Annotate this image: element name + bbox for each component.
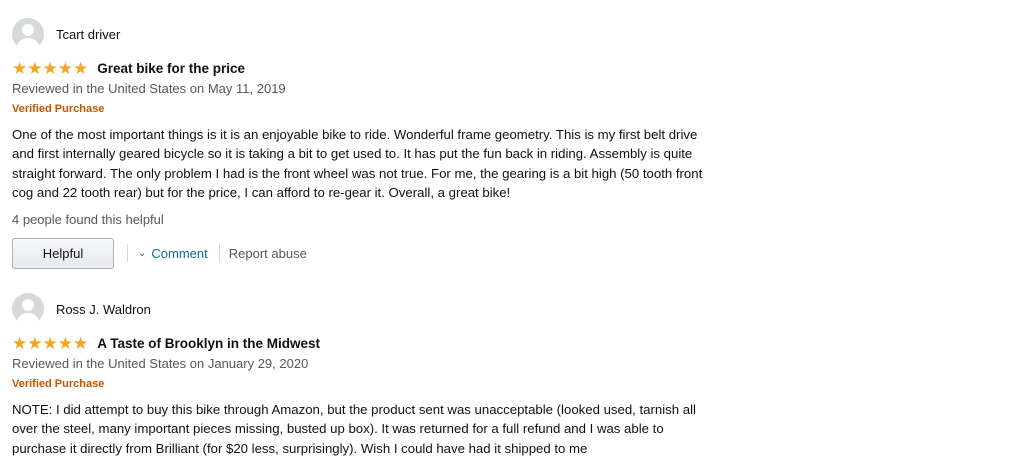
review-text: NOTE: I did attempt to buy this bike thr… xyxy=(12,402,696,456)
comment-link[interactable]: ⌄ Comment xyxy=(138,246,208,261)
star-rating[interactable]: ★ ★ ★ ★ ★ xyxy=(12,60,88,77)
star-icon: ★ xyxy=(12,333,28,353)
review-text: One of the most important things is it i… xyxy=(12,127,703,201)
divider xyxy=(218,244,220,263)
reviewer-name[interactable]: Ross J. Waldron xyxy=(56,302,151,317)
divider xyxy=(127,244,128,263)
comment-label: Comment xyxy=(151,245,208,261)
verified-purchase-badge: Verified Purchase xyxy=(12,103,105,115)
star-icon: ★ xyxy=(73,58,89,78)
reviewer-profile[interactable]: Tcart driver xyxy=(12,17,712,51)
review-date: Reviewed in the United States on January… xyxy=(12,356,309,371)
star-icon: ★ xyxy=(57,333,73,353)
helpful-button[interactable]: Helpful xyxy=(12,237,114,269)
review-actions: Helpful ⌄ Comment Report abuse xyxy=(12,237,712,269)
reviewer-profile[interactable]: Ross J. Waldron xyxy=(12,292,712,326)
report-abuse-link[interactable]: Report abuse xyxy=(229,246,307,261)
review: Tcart driver ★ ★ ★ ★ ★ Great bike for th… xyxy=(12,17,712,269)
verified-purchase-badge: Verified Purchase xyxy=(12,378,105,390)
review-title[interactable]: A Taste of Brooklyn in the Midwest xyxy=(97,336,320,351)
helpful-count: 4 people found this helpful xyxy=(12,211,164,227)
avatar-icon[interactable] xyxy=(12,18,44,50)
review-title-row: ★ ★ ★ ★ ★ Great bike for the price xyxy=(12,59,712,77)
review-title[interactable]: Great bike for the price xyxy=(97,61,245,76)
star-icon: ★ xyxy=(27,333,43,353)
star-icon: ★ xyxy=(57,58,73,78)
star-icon: ★ xyxy=(73,333,89,353)
star-rating[interactable]: ★ ★ ★ ★ ★ xyxy=(12,335,88,352)
chevron-down-icon: ⌄ xyxy=(138,247,147,259)
star-icon: ★ xyxy=(42,333,58,353)
avatar-icon[interactable] xyxy=(12,293,44,325)
review: Ross J. Waldron ★ ★ ★ ★ ★ A Taste of Bro… xyxy=(12,292,712,458)
star-icon: ★ xyxy=(12,58,28,78)
review-date: Reviewed in the United States on May 11,… xyxy=(12,81,286,96)
reviewer-name[interactable]: Tcart driver xyxy=(56,27,120,42)
review-title-row: ★ ★ ★ ★ ★ A Taste of Brooklyn in the Mid… xyxy=(12,334,712,352)
star-icon: ★ xyxy=(42,58,58,78)
star-icon: ★ xyxy=(27,58,43,78)
